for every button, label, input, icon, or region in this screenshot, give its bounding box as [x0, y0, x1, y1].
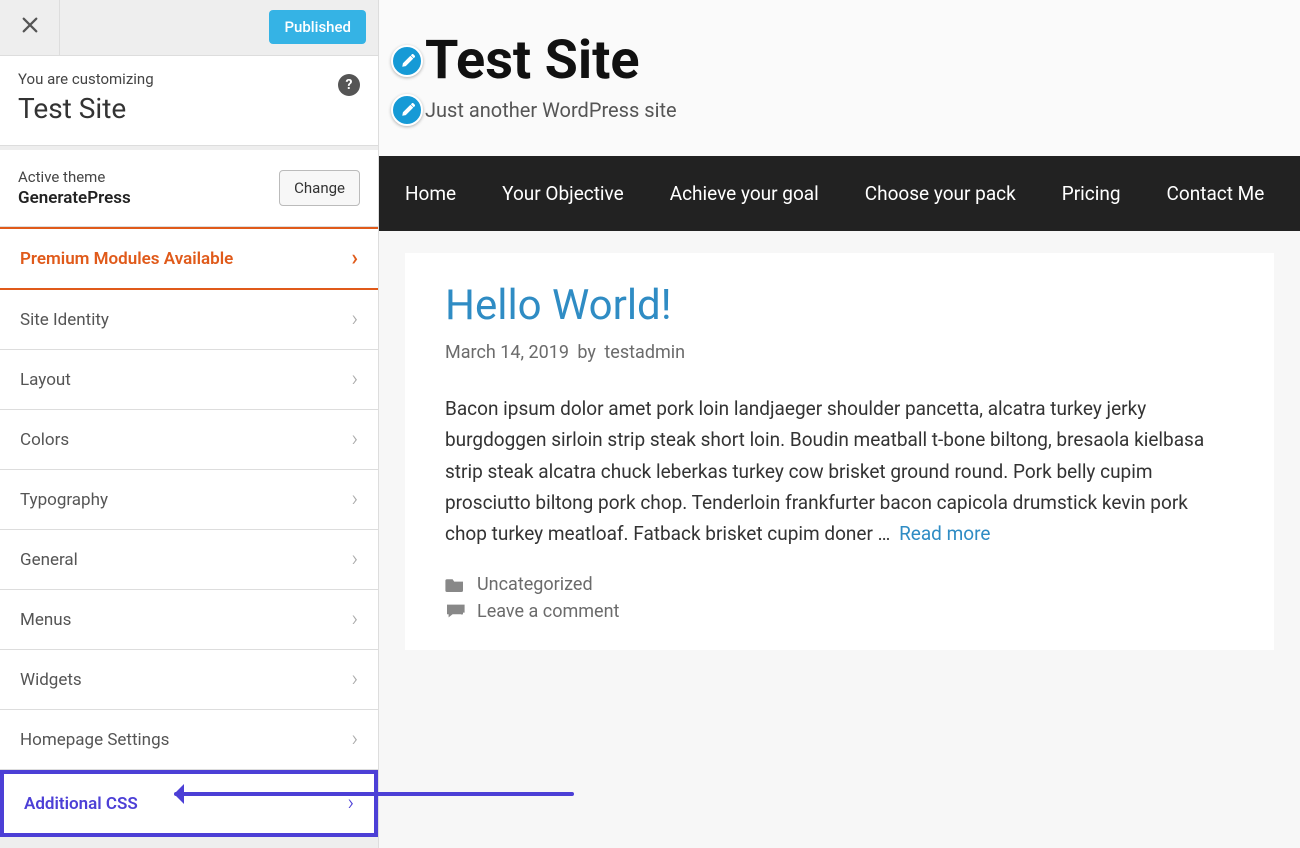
post-excerpt: Bacon ipsum dolor amet pork loin landjae… [445, 393, 1234, 550]
active-theme-label: Active theme [18, 168, 131, 186]
pencil-icon [400, 54, 415, 69]
customizing-site-name: Test Site [18, 92, 360, 125]
nav-contact[interactable]: Contact Me [1167, 156, 1265, 231]
nav-achieve[interactable]: Achieve your goal [670, 156, 819, 231]
panel-colors[interactable]: Colors › [0, 410, 378, 470]
panel-label: General [20, 550, 78, 570]
nav-pricing[interactable]: Pricing [1062, 156, 1121, 231]
edit-title-shortcut[interactable] [391, 45, 423, 77]
post-excerpt-text: Bacon ipsum dolor amet pork loin landjae… [445, 397, 1204, 545]
post-card: Hello World! March 14, 2019 by testadmin… [405, 253, 1274, 650]
customizer-panel: Published ? You are customizing Test Sit… [0, 0, 379, 848]
customizer-heading: ? You are customizing Test Site [0, 56, 378, 146]
panel-homepage-settings[interactable]: Homepage Settings › [0, 710, 378, 770]
change-theme-button[interactable]: Change [279, 170, 360, 206]
customizer-topbar: Published [0, 0, 378, 56]
nav-pack[interactable]: Choose your pack [865, 156, 1016, 231]
post-meta: March 14, 2019 by testadmin [445, 342, 1234, 363]
chevron-right-icon: › [351, 667, 358, 692]
customizer-panel-list: Premium Modules Available › Site Identit… [0, 227, 378, 837]
chevron-right-icon: › [351, 727, 358, 752]
post-author[interactable]: testadmin [604, 342, 685, 363]
nav-objective[interactable]: Your Objective [502, 156, 624, 231]
customizing-label: You are customizing [18, 70, 360, 88]
publish-status-button[interactable]: Published [269, 10, 366, 44]
post-footer: Uncategorized Leave a comment [445, 574, 1234, 622]
folder-icon [445, 576, 465, 592]
panel-label: Layout [20, 370, 71, 390]
panel-label: Premium Modules Available [20, 249, 233, 269]
chevron-right-icon: › [351, 427, 358, 452]
chevron-right-icon: › [351, 246, 358, 271]
read-more-link[interactable]: Read more [899, 522, 990, 545]
topbar-spacer [60, 0, 269, 55]
leave-comment-link[interactable]: Leave a comment [477, 601, 619, 622]
help-button[interactable]: ? [338, 74, 360, 96]
panel-label: Menus [20, 610, 71, 630]
content-area: Hello World! March 14, 2019 by testadmin… [379, 231, 1300, 848]
site-tagline: Just another WordPress site [425, 98, 677, 122]
panel-label: Typography [20, 490, 108, 510]
post-by-label: by [577, 342, 596, 363]
chevron-right-icon: › [347, 791, 354, 816]
panel-premium-modules[interactable]: Premium Modules Available › [0, 227, 378, 290]
chevron-right-icon: › [351, 487, 358, 512]
active-theme-section: Active theme GeneratePress Change [0, 146, 378, 227]
panel-widgets[interactable]: Widgets › [0, 650, 378, 710]
panel-label: Additional CSS [24, 794, 138, 814]
change-theme-label: Change [294, 179, 345, 197]
edit-tagline-shortcut[interactable] [391, 94, 423, 126]
chevron-right-icon: › [351, 607, 358, 632]
pencil-icon [400, 103, 415, 118]
close-icon [21, 15, 39, 40]
panel-general[interactable]: General › [0, 530, 378, 590]
panel-label: Widgets [20, 670, 82, 690]
help-icon: ? [346, 77, 353, 93]
chevron-right-icon: › [351, 367, 358, 392]
panel-typography[interactable]: Typography › [0, 470, 378, 530]
site-preview: Test Site Just another WordPress site Ho… [379, 0, 1300, 848]
active-theme-name: GeneratePress [18, 188, 131, 208]
panel-layout[interactable]: Layout › [0, 350, 378, 410]
panel-label: Site Identity [20, 310, 109, 330]
panel-label: Colors [20, 430, 69, 450]
close-customizer-button[interactable] [0, 0, 60, 55]
site-title[interactable]: Test Site [425, 34, 640, 88]
panel-additional-css[interactable]: Additional CSS › [0, 770, 378, 837]
comment-icon [445, 603, 465, 619]
post-date: March 14, 2019 [445, 342, 569, 363]
panel-menus[interactable]: Menus › [0, 590, 378, 650]
chevron-right-icon: › [351, 547, 358, 572]
publish-status-label: Published [284, 18, 351, 36]
post-category-link[interactable]: Uncategorized [477, 574, 593, 595]
primary-nav: Home Your Objective Achieve your goal Ch… [379, 156, 1300, 231]
chevron-right-icon: › [351, 307, 358, 332]
panel-label: Homepage Settings [20, 730, 169, 750]
site-header: Test Site Just another WordPress site [379, 0, 1300, 156]
post-title-link[interactable]: Hello World! [445, 281, 1234, 330]
app-root: Published ? You are customizing Test Sit… [0, 0, 1300, 848]
panel-site-identity[interactable]: Site Identity › [0, 290, 378, 350]
nav-home[interactable]: Home [405, 156, 456, 231]
